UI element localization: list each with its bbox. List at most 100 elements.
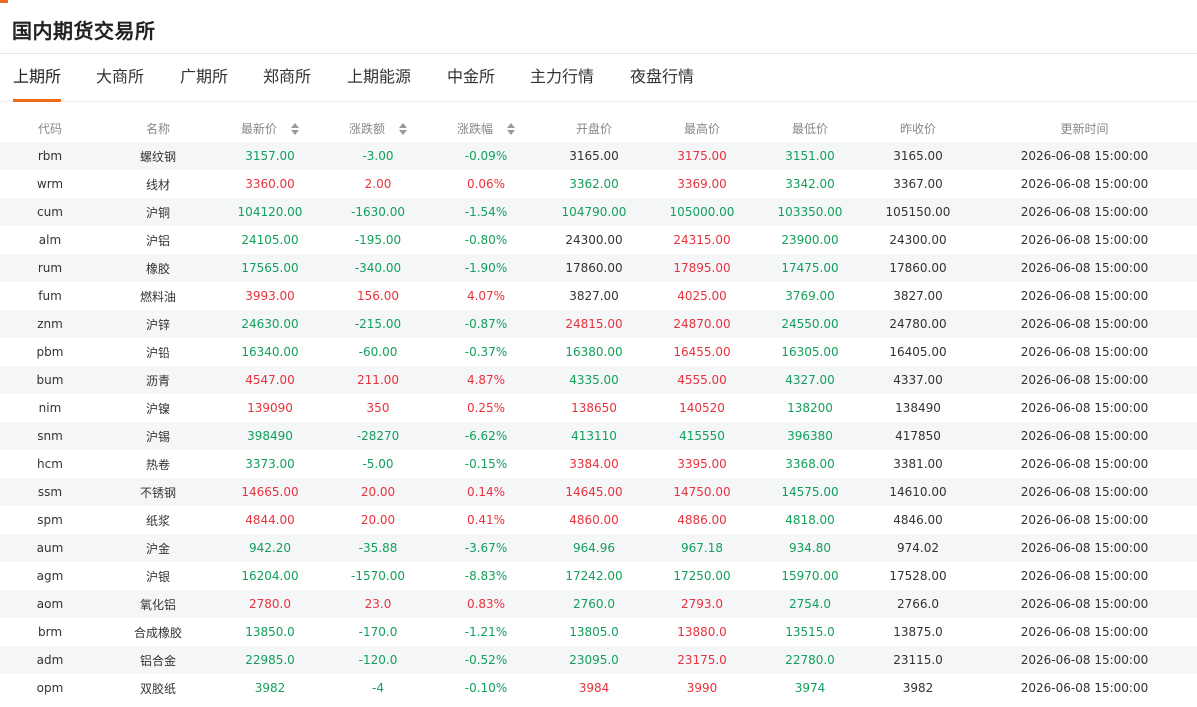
cell-open: 24815.00 (565, 317, 623, 331)
column-header-prev-close: 昨收价 (864, 114, 972, 142)
tab-main-contracts[interactable]: 主力行情 (530, 54, 594, 102)
cell-code: bum (36, 373, 64, 387)
cell-low: 15970.00 (781, 569, 839, 583)
cell-change: -28270 (356, 429, 400, 443)
cell-update-time: 2026-06-08 15:00:00 (1020, 457, 1149, 471)
cell-prev-close: 23115.0 (893, 653, 943, 667)
table-row[interactable]: spm 纸浆 4844.00 20.00 0.41% 4860.00 4886.00 4818… (0, 506, 1197, 534)
cell-open: 3984 (578, 681, 610, 695)
cell-change: 23.0 (364, 597, 392, 611)
table-row[interactable]: cum 沪铜 104120.00 -1630.00 -1.54% 104790.00 105… (0, 198, 1197, 226)
cell-open: 3165.00 (569, 149, 619, 163)
table-row[interactable]: alm 沪铝 24105.00 -195.00 -0.80% 24300.00 24315.… (0, 226, 1197, 254)
cell-prev-close: 24300.00 (889, 233, 947, 247)
cell-low: 24550.00 (781, 317, 839, 331)
cell-latest-price: 4547.00 (245, 373, 295, 387)
cell-prev-close: 3165.00 (893, 149, 943, 163)
cell-latest-price: 942.20 (249, 541, 291, 555)
cell-name: 合成橡胶 (133, 625, 182, 640)
cell-low: 4818.00 (785, 513, 835, 527)
cell-change: -1570.00 (351, 569, 405, 583)
cell-code: znm (37, 317, 63, 331)
cell-prev-close: 24780.00 (889, 317, 947, 331)
table-row[interactable]: pbm 沪铅 16340.00 -60.00 -0.37% 16380.00 16455.0… (0, 338, 1197, 366)
cell-low: 3769.00 (785, 289, 835, 303)
cell-update-time: 2026-06-08 15:00:00 (1020, 597, 1149, 611)
cell-code: aum (36, 541, 64, 555)
column-header-open: 开盘价 (540, 114, 648, 142)
cell-open: 14645.00 (565, 485, 623, 499)
cell-name: 沪银 (145, 569, 170, 584)
table-row[interactable]: agm 沪银 16204.00 -1570.00 -8.83% 17242.00 17250… (0, 562, 1197, 590)
sort-icon[interactable] (507, 123, 515, 135)
table-row[interactable]: hcm 热卷 3373.00 -5.00 -0.15% 3384.00 3395.00 336… (0, 450, 1197, 478)
table-row[interactable]: nim 沪镍 139090 350 0.25% 138650 140520 138200 138… (0, 394, 1197, 422)
tab-czce[interactable]: 郑商所 (263, 54, 311, 102)
cell-change-percent: -0.80% (464, 233, 508, 247)
tab-dce[interactable]: 大商所 (96, 54, 144, 102)
cell-change-percent: -0.09% (464, 149, 508, 163)
cell-low: 13515.0 (785, 625, 835, 639)
cell-update-time: 2026-06-08 15:00:00 (1020, 177, 1149, 191)
column-header-label: 最低价 (791, 121, 828, 136)
cell-latest-price: 4844.00 (245, 513, 295, 527)
tab-cffex[interactable]: 中金所 (447, 54, 495, 102)
table-row[interactable]: opm 双胶纸 3982 -4 -0.10% 3984 3990 3974 3982 2026-0… (0, 674, 1197, 702)
table-header-row: 代码 名称 最新价 涨跌额 涨跌幅 开盘价 最高价 最低价 昨收价 更新时间 (0, 114, 1197, 142)
tab-label: 主力行情 (530, 67, 595, 86)
tab-gfex[interactable]: 广期所 (180, 54, 228, 102)
table-row[interactable]: snm 沪锡 398490 -28270 -6.62% 413110 415550 39638… (0, 422, 1197, 450)
column-header-label: 最新价 (240, 121, 277, 136)
cell-name: 沪铜 (145, 205, 170, 220)
table-row[interactable]: brm 合成橡胶 13850.0 -170.0 -1.21% 13805.0 13880.0… (0, 618, 1197, 646)
tab-ine[interactable]: 上期能源 (347, 54, 411, 102)
cell-name: 沪金 (145, 541, 170, 556)
cell-change: -215.00 (354, 317, 402, 331)
cell-change-percent: -8.83% (464, 569, 508, 583)
tab-label: 上期所 (13, 67, 62, 86)
cell-name: 沪铅 (145, 345, 170, 360)
table-row[interactable]: bum 沥青 4547.00 211.00 4.87% 4335.00 4555.00 432… (0, 366, 1197, 394)
cell-change-percent: 4.07% (466, 289, 506, 303)
table-row[interactable]: adm 铝合金 22985.0 -120.0 -0.52% 23095.0 23175.0 2… (0, 646, 1197, 674)
table-row[interactable]: rbm 螺纹钢 3157.00 -3.00 -0.09% 3165.00 3175.00 31… (0, 142, 1197, 170)
cell-low: 17475.00 (781, 261, 839, 275)
table-row[interactable]: aum 沪金 942.20 -35.88 -3.67% 964.96 967.18 934.8… (0, 534, 1197, 562)
column-header-label: 涨跌幅 (456, 121, 493, 136)
cell-low: 4327.00 (785, 373, 835, 387)
cell-open: 413110 (571, 429, 617, 443)
cell-high: 13880.0 (677, 625, 727, 639)
sort-icon[interactable] (399, 123, 407, 135)
cell-high: 105000.00 (669, 205, 735, 219)
sort-icon[interactable] (291, 123, 299, 135)
tab-night-session[interactable]: 夜盘行情 (630, 54, 694, 102)
cell-prev-close: 3367.00 (893, 177, 943, 191)
table-row[interactable]: znm 沪锌 24630.00 -215.00 -0.87% 24815.00 24870.… (0, 310, 1197, 338)
cell-low: 22780.0 (785, 653, 835, 667)
cell-low: 3151.00 (785, 149, 835, 163)
cell-latest-price: 3157.00 (245, 149, 295, 163)
cell-high: 3990 (686, 681, 718, 695)
tab-shfe[interactable]: 上期所 (13, 54, 62, 102)
column-header-latest-price[interactable]: 最新价 (216, 114, 324, 142)
cell-prev-close: 3982 (902, 681, 934, 695)
column-header-change[interactable]: 涨跌额 (324, 114, 432, 142)
cell-update-time: 2026-06-08 15:00:00 (1020, 345, 1149, 359)
column-header-change-percent[interactable]: 涨跌幅 (432, 114, 540, 142)
cell-change: -60.00 (358, 345, 398, 359)
cell-open: 23095.0 (569, 653, 619, 667)
cell-change: -35.88 (358, 541, 398, 555)
cell-latest-price: 17565.00 (241, 261, 299, 275)
cell-low: 103350.00 (777, 205, 843, 219)
cell-update-time: 2026-06-08 15:00:00 (1020, 289, 1149, 303)
table-row[interactable]: fum 燃料油 3993.00 156.00 4.07% 3827.00 4025.00 37… (0, 282, 1197, 310)
cell-low: 16305.00 (781, 345, 839, 359)
cell-prev-close: 974.02 (897, 541, 939, 555)
cell-change: -340.00 (354, 261, 402, 275)
table-row[interactable]: wrm 线材 3360.00 2.00 0.06% 3362.00 3369.00 3342.… (0, 170, 1197, 198)
table-row[interactable]: rum 橡胶 17565.00 -340.00 -1.90% 17860.00 17895.… (0, 254, 1197, 282)
table-row[interactable]: ssm 不锈钢 14665.00 20.00 0.14% 14645.00 14750.00… (0, 478, 1197, 506)
table-row[interactable]: aom 氧化铝 2780.0 23.0 0.83% 2760.0 2793.0 2754.0 2… (0, 590, 1197, 618)
cell-prev-close: 17860.00 (889, 261, 947, 275)
cell-change: 20.00 (360, 513, 396, 527)
